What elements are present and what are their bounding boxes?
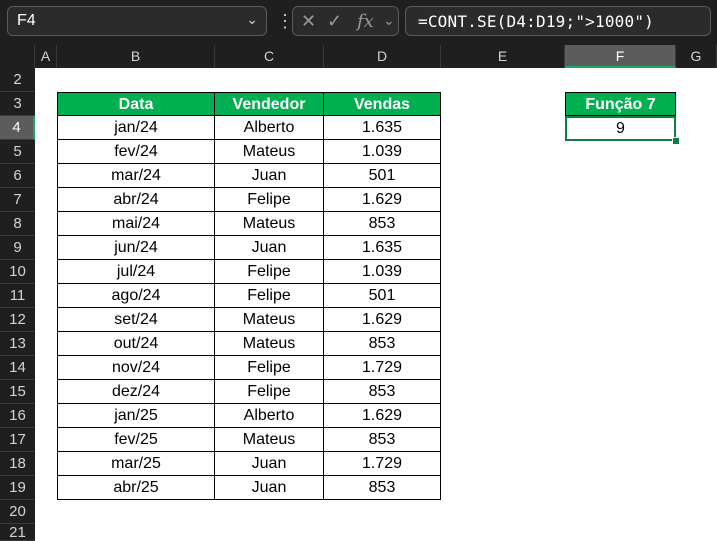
- table-cell-date[interactable]: dez/24: [57, 380, 215, 404]
- formula-buttons: ✕ ✓ fx ⌄: [292, 6, 399, 36]
- table-cell-date[interactable]: fev/25: [57, 428, 215, 452]
- table-cell-date[interactable]: jan/25: [57, 404, 215, 428]
- row-header-bar: 2 3 4 5 6 7 8 9 10 11 12 13 14 15 16 17 18 19 20 21: [0, 68, 35, 541]
- row-header-4[interactable]: 4: [0, 116, 35, 140]
- row-header-19[interactable]: 19: [0, 476, 35, 500]
- table-cell-sales[interactable]: 1.039: [324, 260, 441, 284]
- table-cell-sales[interactable]: 501: [324, 164, 441, 188]
- table-cell-date[interactable]: mar/25: [57, 452, 215, 476]
- table-cell-seller[interactable]: Mateus: [215, 332, 324, 356]
- row-header-10[interactable]: 10: [0, 260, 35, 284]
- table-cell-sales[interactable]: 853: [324, 332, 441, 356]
- column-header-bar: A B C D E F G: [0, 45, 717, 68]
- table-cell-sales[interactable]: 1.629: [324, 404, 441, 428]
- row-header-15[interactable]: 15: [0, 380, 35, 404]
- result-header[interactable]: Função 7: [565, 92, 676, 116]
- table-cell-sales[interactable]: 1.629: [324, 188, 441, 212]
- enter-icon[interactable]: ✓: [327, 11, 342, 32]
- fill-handle[interactable]: [672, 137, 680, 145]
- table-cell-seller[interactable]: Felipe: [215, 356, 324, 380]
- table-cell-seller[interactable]: Mateus: [215, 308, 324, 332]
- select-all-corner[interactable]: [0, 45, 35, 68]
- table-cell-date[interactable]: out/24: [57, 332, 215, 356]
- result-value-cell[interactable]: 9: [565, 116, 676, 141]
- table-cell-sales[interactable]: 853: [324, 476, 441, 500]
- column-header-e[interactable]: E: [441, 45, 565, 68]
- table-cell-sales[interactable]: 1.629: [324, 308, 441, 332]
- table-cell-seller[interactable]: Juan: [215, 452, 324, 476]
- table-cell-seller[interactable]: Mateus: [215, 140, 324, 164]
- table-cell-seller[interactable]: Alberto: [215, 404, 324, 428]
- table-cell-sales[interactable]: 1.729: [324, 452, 441, 476]
- column-header-b[interactable]: B: [57, 45, 215, 68]
- table-cell-date[interactable]: ago/24: [57, 284, 215, 308]
- table-cell-seller[interactable]: Mateus: [215, 212, 324, 236]
- name-box-value: F4: [17, 12, 36, 29]
- table-cell-sales[interactable]: 853: [324, 428, 441, 452]
- table-cell-sales[interactable]: 501: [324, 284, 441, 308]
- table-cell-seller[interactable]: Juan: [215, 164, 324, 188]
- table-cell-seller[interactable]: Felipe: [215, 188, 324, 212]
- column-header-d[interactable]: D: [324, 45, 441, 68]
- table-cell-seller[interactable]: Juan: [215, 236, 324, 260]
- row-header-17[interactable]: 17: [0, 428, 35, 452]
- table-cell-sales[interactable]: 853: [324, 380, 441, 404]
- table-cell-date[interactable]: jun/24: [57, 236, 215, 260]
- row-header-5[interactable]: 5: [0, 140, 35, 164]
- column-header-g[interactable]: G: [676, 45, 717, 68]
- row-header-8[interactable]: 8: [0, 212, 35, 236]
- table-header-seller[interactable]: Vendedor: [215, 92, 324, 116]
- insert-function-icon[interactable]: fx: [357, 11, 374, 32]
- column-header-f[interactable]: F: [565, 45, 676, 68]
- table-cell-seller[interactable]: Mateus: [215, 428, 324, 452]
- table-cell-date[interactable]: jan/24: [57, 116, 215, 140]
- table-cell-date[interactable]: abr/25: [57, 476, 215, 500]
- row-header-3[interactable]: 3: [0, 92, 35, 116]
- table-cell-seller[interactable]: Felipe: [215, 284, 324, 308]
- row-header-7[interactable]: 7: [0, 188, 35, 212]
- table-cell-seller[interactable]: Alberto: [215, 116, 324, 140]
- row-header-18[interactable]: 18: [0, 452, 35, 476]
- row-header-21[interactable]: 21: [0, 524, 35, 541]
- cancel-icon[interactable]: ✕: [301, 11, 316, 32]
- row-header-6[interactable]: 6: [0, 164, 35, 188]
- row-header-11[interactable]: 11: [0, 284, 35, 308]
- table-cell-sales[interactable]: 1.635: [324, 236, 441, 260]
- row-header-14[interactable]: 14: [0, 356, 35, 380]
- table-cell-sales[interactable]: 853: [324, 212, 441, 236]
- worksheet-grid[interactable]: Data Vendedor Vendas jan/24 Alberto 1.635 fev/…: [35, 68, 717, 541]
- table-header-sales[interactable]: Vendas: [324, 92, 441, 116]
- table-cell-seller[interactable]: Felipe: [215, 260, 324, 284]
- table-header-date[interactable]: Data: [57, 92, 215, 116]
- row-header-9[interactable]: 9: [0, 236, 35, 260]
- chevron-down-icon[interactable]: ⌄: [383, 12, 395, 29]
- formula-text: =CONT.SE(D4:D19;">1000"): [418, 12, 654, 31]
- table-cell-date[interactable]: nov/24: [57, 356, 215, 380]
- table-cell-date[interactable]: set/24: [57, 308, 215, 332]
- column-header-c[interactable]: C: [215, 45, 324, 68]
- row-header-20[interactable]: 20: [0, 500, 35, 524]
- table-cell-date[interactable]: mai/24: [57, 212, 215, 236]
- table-cell-sales[interactable]: 1.039: [324, 140, 441, 164]
- formula-bar-area: F4 ⌄ ⋮ ✕ ✓ fx ⌄ =CONT.SE(D4:D19;">1000"): [0, 0, 717, 45]
- row-header-16[interactable]: 16: [0, 404, 35, 428]
- table-cell-date[interactable]: abr/24: [57, 188, 215, 212]
- table-cell-date[interactable]: jul/24: [57, 260, 215, 284]
- table-cell-date[interactable]: fev/24: [57, 140, 215, 164]
- table-cell-sales[interactable]: 1.729: [324, 356, 441, 380]
- table-cell-sales[interactable]: 1.635: [324, 116, 441, 140]
- table-cell-seller[interactable]: Felipe: [215, 380, 324, 404]
- chevron-down-icon[interactable]: ⌄: [246, 11, 258, 28]
- row-header-12[interactable]: 12: [0, 308, 35, 332]
- table-cell-seller[interactable]: Juan: [215, 476, 324, 500]
- formula-input[interactable]: =CONT.SE(D4:D19;">1000"): [405, 6, 711, 36]
- row-header-13[interactable]: 13: [0, 332, 35, 356]
- row-header-2[interactable]: 2: [0, 68, 35, 92]
- column-header-a[interactable]: A: [35, 45, 57, 68]
- name-box[interactable]: F4 ⌄: [7, 6, 267, 36]
- table-cell-date[interactable]: mar/24: [57, 164, 215, 188]
